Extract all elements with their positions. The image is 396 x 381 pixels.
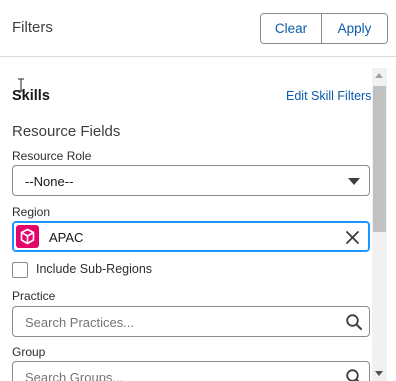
practice-search-input[interactable]: Search Practices... — [12, 306, 370, 337]
search-icon — [346, 314, 362, 330]
vertical-scrollbar[interactable] — [372, 68, 387, 381]
region-lookup[interactable]: APAC — [12, 221, 370, 252]
group-search-input[interactable]: Search Groups... — [12, 361, 370, 381]
filters-header: Filters Clear Apply — [0, 0, 396, 57]
include-subregions-label: Include Sub-Regions — [36, 262, 153, 276]
region-label: Region — [12, 205, 51, 219]
filters-title: Filters — [12, 19, 53, 36]
close-icon[interactable] — [346, 231, 359, 244]
filters-body: Skills Edit Skill Filters Resource Field… — [0, 58, 396, 381]
apply-button[interactable]: Apply — [322, 14, 387, 43]
filters-panel: Filters Clear Apply Skills Edit Skill Fi… — [0, 0, 396, 381]
group-label: Group — [12, 345, 46, 359]
include-subregions-checkbox[interactable] — [12, 262, 28, 278]
edit-skill-filters-link[interactable]: Edit Skill Filters — [286, 89, 371, 103]
search-icon — [346, 369, 360, 381]
resource-fields-heading: Resource Fields — [12, 123, 121, 140]
scroll-up-icon[interactable] — [375, 73, 383, 78]
filter-actions: Clear Apply — [260, 13, 388, 44]
region-entity-icon — [16, 225, 39, 248]
practice-label: Practice — [12, 289, 56, 303]
scroll-down-icon[interactable] — [375, 371, 383, 376]
resource-role-label: Resource Role — [12, 149, 92, 163]
chevron-down-icon — [348, 178, 360, 185]
clear-button[interactable]: Clear — [261, 14, 322, 43]
group-placeholder: Search Groups... — [25, 370, 124, 381]
scrollbar-thumb[interactable] — [373, 86, 386, 232]
resource-role-select[interactable]: --None-- — [12, 165, 370, 196]
skills-heading: Skills — [12, 88, 50, 104]
resource-role-value: --None-- — [25, 174, 74, 189]
practice-placeholder: Search Practices... — [25, 315, 135, 330]
region-selected-value: APAC — [49, 230, 84, 245]
